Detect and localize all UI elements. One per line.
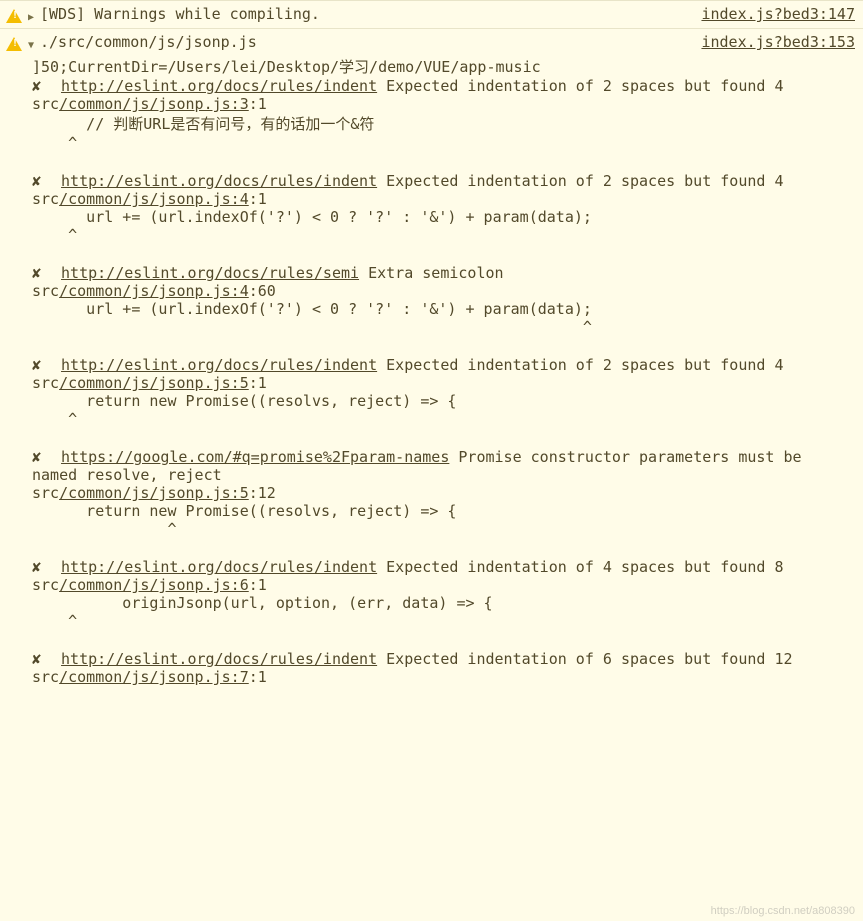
rule-link[interactable]: http://eslint.org/docs/rules/indent	[61, 172, 377, 190]
caret-indicator: ^	[32, 226, 855, 244]
source-location: src/common/js/jsonp.js:5:12	[32, 484, 855, 502]
warning-icon	[6, 9, 22, 23]
error-x-icon: ✘	[32, 650, 52, 668]
source-location: src/common/js/jsonp.js:6:1	[32, 576, 855, 594]
rule-link[interactable]: http://eslint.org/docs/rules/indent	[61, 77, 377, 95]
source-location: src/common/js/jsonp.js:5:1	[32, 374, 855, 392]
error-message: Expected indentation of 2 spaces but fou…	[386, 356, 783, 374]
source-location: src/common/js/jsonp.js:3:1	[32, 95, 855, 113]
lint-error-block: ✘ http://eslint.org/docs/rules/indent Ex…	[32, 650, 855, 692]
error-message: Expected indentation of 2 spaces but fou…	[386, 172, 783, 190]
error-x-icon: ✘	[32, 77, 52, 95]
error-x-icon: ✘	[32, 172, 52, 190]
lint-error-block: ✘ http://eslint.org/docs/rules/indent Ex…	[32, 77, 855, 158]
source-link[interactable]: index.js?bed3:147	[701, 5, 855, 23]
caret-indicator: ^	[32, 520, 855, 538]
collapse-arrow[interactable]	[28, 34, 40, 52]
caret-indicator: ^	[32, 318, 855, 336]
error-x-icon: ✘	[32, 356, 52, 374]
console-warning-row[interactable]: [WDS] Warnings while compiling. index.js…	[0, 0, 863, 28]
source-location: src/common/js/jsonp.js:4:60	[32, 282, 855, 300]
warning-icon	[6, 37, 22, 51]
error-x-icon: ✘	[32, 558, 52, 576]
lint-error-block: ✘ http://eslint.org/docs/rules/indent Ex…	[32, 172, 855, 250]
watermark: https://blog.csdn.net/a808390	[711, 905, 855, 917]
caret-indicator: ^	[32, 612, 855, 630]
rule-link[interactable]: http://eslint.org/docs/rules/indent	[61, 650, 377, 668]
code-snippet: url += (url.indexOf('?') < 0 ? '?' : '&'…	[32, 300, 855, 318]
error-message: Extra semicolon	[368, 264, 503, 282]
lint-error-block: ✘ https://google.com/#q=promise%2Fparam-…	[32, 448, 855, 544]
lint-error-block: ✘ http://eslint.org/docs/rules/semi Extr…	[32, 264, 855, 342]
source-location: src/common/js/jsonp.js:4:1	[32, 190, 855, 208]
rule-link[interactable]: https://google.com/#q=promise%2Fparam-na…	[61, 448, 449, 466]
code-snippet: // 判断URL是否有问号，有的话加一个&符	[32, 113, 855, 134]
rule-link[interactable]: http://eslint.org/docs/rules/indent	[61, 356, 377, 374]
expand-arrow[interactable]	[28, 6, 40, 24]
warning-message: [WDS] Warnings while compiling.	[40, 5, 689, 23]
code-snippet: return new Promise((resolvs, reject) => …	[32, 392, 855, 410]
caret-indicator: ^	[32, 134, 855, 152]
rule-link[interactable]: http://eslint.org/docs/rules/indent	[61, 558, 377, 576]
warning-details: ]50;CurrentDir=/Users/lei/Desktop/学习/dem…	[0, 56, 863, 712]
error-x-icon: ✘	[32, 264, 52, 282]
code-snippet: url += (url.indexOf('?') < 0 ? '?' : '&'…	[32, 208, 855, 226]
lint-error-block: ✘ http://eslint.org/docs/rules/indent Ex…	[32, 558, 855, 636]
code-snippet: originJsonp(url, option, (err, data) => …	[32, 594, 855, 612]
error-message: Expected indentation of 4 spaces but fou…	[386, 558, 783, 576]
source-link[interactable]: index.js?bed3:153	[701, 33, 855, 51]
rule-link[interactable]: http://eslint.org/docs/rules/semi	[61, 264, 359, 282]
error-message: Expected indentation of 2 spaces but fou…	[386, 77, 783, 95]
error-message: Expected indentation of 6 spaces but fou…	[386, 650, 792, 668]
current-dir-line: ]50;CurrentDir=/Users/lei/Desktop/学习/dem…	[32, 56, 855, 77]
console-warning-row-expanded[interactable]: ./src/common/js/jsonp.js index.js?bed3:1…	[0, 28, 863, 56]
warning-message: ./src/common/js/jsonp.js	[40, 33, 689, 51]
source-location: src/common/js/jsonp.js:7:1	[32, 668, 855, 686]
caret-indicator: ^	[32, 410, 855, 428]
error-x-icon: ✘	[32, 448, 52, 466]
lint-error-block: ✘ http://eslint.org/docs/rules/indent Ex…	[32, 356, 855, 434]
code-snippet: return new Promise((resolvs, reject) => …	[32, 502, 855, 520]
